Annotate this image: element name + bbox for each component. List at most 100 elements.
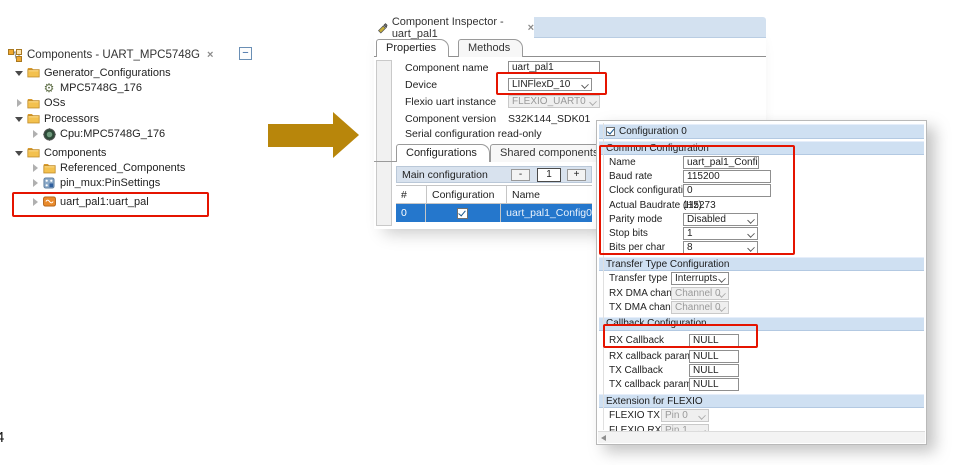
tab-configurations[interactable]: Configurations: [396, 144, 490, 162]
tree-item-components[interactable]: Components: [8, 145, 258, 160]
configuration-detail-panel: Configuration 0 Common Configuration Nam…: [596, 120, 927, 445]
rx-dma-channel-value: Channel 0: [675, 288, 721, 299]
expander-expanded-icon[interactable]: [14, 115, 24, 122]
tree-item-mpc5748g-176[interactable]: ⚙ MPC5748G_176: [8, 80, 258, 95]
row-clock-configuration: Clock configuration 0: [597, 183, 926, 197]
tree-item-label: Components: [44, 147, 106, 159]
row-parity-mode: Parity mode Disabled: [597, 212, 926, 226]
close-icon[interactable]: ×: [528, 22, 534, 34]
baud-rate-label: Baud rate: [609, 171, 652, 182]
col-header-name: Name: [506, 186, 592, 203]
add-config-button[interactable]: +: [567, 169, 586, 181]
stop-bits-value: 1: [687, 228, 693, 239]
arrow-shaft: [268, 124, 333, 147]
device-value: LINFlexD_10: [512, 79, 570, 90]
tree-item-label: Cpu:MPC5748G_176: [60, 128, 165, 140]
cpu-icon: [42, 128, 56, 141]
configuration-0-header: Configuration 0: [599, 124, 924, 139]
tree-item-cpu-mpc5748g-176[interactable]: Cpu:MPC5748G_176: [8, 127, 258, 142]
flexio-instance-select: FLEXIO_UART0: [508, 95, 600, 108]
section-transfer-type: Transfer Type Configuration: [599, 257, 924, 271]
tree-item-label: Processors: [44, 113, 99, 125]
chevron-down-icon: [698, 413, 706, 421]
inspector-tab[interactable]: Component Inspector - uart_pal1 ×: [374, 17, 534, 38]
chevron-down-icon: [747, 244, 755, 252]
tx-callback-label: TX Callback: [609, 365, 663, 376]
tree-item-referenced-components[interactable]: Referenced_Components: [8, 160, 258, 175]
rx-callback-input[interactable]: NULL: [689, 334, 739, 347]
row-rx-callback: RX Callback NULL: [597, 331, 926, 349]
table-header-row: # Configuration Name: [396, 185, 592, 204]
transfer-type-select[interactable]: Interrupts: [671, 272, 729, 285]
components-view-icon: [8, 49, 22, 62]
components-view-title: Components - UART_MPC5748G: [27, 49, 200, 61]
collapse-all-icon[interactable]: −: [239, 47, 252, 60]
row-bits-per-char: Bits per char 8: [597, 240, 926, 254]
chevron-down-icon: [589, 98, 597, 106]
chevron-down-icon: [747, 216, 755, 224]
inspector-tab-title: Component Inspector - uart_pal1: [392, 16, 526, 40]
col-header-index: #: [396, 189, 426, 201]
rx-callback-parameter-input[interactable]: NULL: [689, 350, 739, 363]
tab-methods[interactable]: Methods: [458, 39, 523, 57]
row-rx-dma-channel: RX DMA channel Channel 0: [597, 286, 926, 300]
tree-item-generator-configurations[interactable]: Generator_Configurations: [8, 65, 258, 80]
row-transfer-type: Transfer type Interrupts: [597, 271, 926, 285]
configuration-0-checkbox[interactable]: [606, 127, 615, 136]
tx-dma-channel-select: Channel 0: [671, 301, 729, 314]
flexio-tx-pin-select: Pin 0: [661, 409, 709, 422]
stop-bits-select[interactable]: 1: [683, 227, 758, 240]
tree-item-pin-mux[interactable]: pin_mux:PinSettings: [8, 176, 258, 191]
row-baud-rate: Baud rate 115200: [597, 169, 926, 183]
expander-collapsed-icon[interactable]: [14, 99, 24, 107]
properties-methods-tabs: Properties Methods: [374, 38, 766, 57]
row-tx-callback: TX Callback NULL: [597, 363, 926, 377]
serial-readonly-label: Serial configuration read-only: [405, 128, 542, 140]
device-select[interactable]: LINFlexD_10: [508, 78, 592, 91]
baud-rate-input[interactable]: 115200: [683, 170, 771, 183]
rx-dma-channel-select: Channel 0: [671, 287, 729, 300]
main-configuration-label: Main configuration: [402, 169, 488, 181]
stop-bits-label: Stop bits: [609, 228, 648, 239]
uart-icon: [42, 195, 56, 208]
config-count-field[interactable]: 1: [537, 168, 561, 182]
tx-callback-parameter-input[interactable]: NULL: [689, 378, 739, 391]
remove-config-button[interactable]: -: [511, 169, 530, 181]
folder-icon: [42, 162, 56, 175]
expander-expanded-icon[interactable]: [14, 69, 24, 76]
horizontal-scrollbar[interactable]: [598, 431, 925, 443]
parity-mode-select[interactable]: Disabled: [683, 213, 758, 226]
tree-item-processors[interactable]: Processors: [8, 111, 258, 126]
tab-properties[interactable]: Properties: [376, 39, 449, 57]
tree-item-label: OSs: [44, 97, 65, 109]
expander-collapsed-icon[interactable]: [30, 130, 40, 138]
section-common-configuration: Common Configuration: [599, 141, 924, 155]
field-row-component-name: Component name uart_pal1: [405, 61, 755, 76]
tree-item-oss[interactable]: OSs: [8, 96, 258, 111]
device-label: Device: [405, 79, 437, 91]
bits-per-char-label: Bits per char: [609, 242, 665, 253]
folder-icon: [26, 146, 40, 159]
scroll-left-icon[interactable]: [601, 435, 606, 441]
close-icon[interactable]: ×: [207, 49, 213, 61]
tree-item-uart-pal[interactable]: uart_pal1:uart_pal: [8, 194, 258, 209]
expander-collapsed-icon[interactable]: [30, 198, 40, 206]
row-stop-bits: Stop bits 1: [597, 226, 926, 240]
component-name-label: Component name: [405, 62, 488, 74]
component-name-input[interactable]: uart_pal1: [508, 61, 600, 74]
folder-icon: [26, 97, 40, 110]
transfer-type-label: Transfer type: [609, 273, 668, 284]
expander-expanded-icon[interactable]: [14, 149, 24, 156]
expander-collapsed-icon[interactable]: [30, 164, 40, 172]
tx-callback-input[interactable]: NULL: [689, 364, 739, 377]
tabbar-fill: [534, 17, 766, 38]
form-margin-strip: [376, 60, 392, 226]
row-enabled-checkbox[interactable]: [457, 208, 468, 219]
table-row[interactable]: 0 uart_pal1_Config0: [396, 204, 592, 222]
name-input[interactable]: uart_pal1_Config0: [683, 156, 759, 169]
expander-collapsed-icon[interactable]: [30, 179, 40, 187]
tab-shared-components[interactable]: Shared components: [490, 144, 611, 162]
bits-per-char-select[interactable]: 8: [683, 241, 758, 254]
clock-configuration-input[interactable]: 0: [683, 184, 771, 197]
row-flexio-tx-pin: FLEXIO TX pin Pin 0: [597, 408, 926, 422]
